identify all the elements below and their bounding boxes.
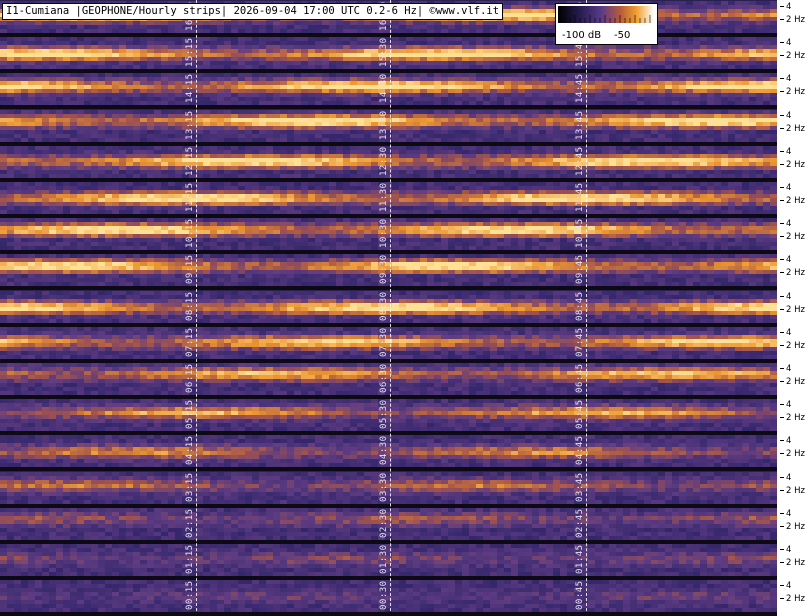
time-label: 00:15: [185, 580, 195, 610]
time-label: 11:15: [185, 182, 195, 212]
time-label: 12:45: [575, 146, 585, 176]
quarter-hour-marker: [196, 0, 197, 611]
time-label: 08:15: [185, 291, 195, 321]
freq-tick-2hz: 2 Hz: [780, 523, 805, 532]
time-label: 13:45: [575, 110, 585, 140]
freq-tick-4: 4: [780, 256, 791, 265]
freq-tick-2hz: 2 Hz: [780, 197, 805, 206]
time-label: 15:15: [185, 37, 195, 67]
freq-tick-4: 4: [780, 184, 791, 193]
time-label: 02:30: [379, 508, 389, 538]
time-label: 00:45: [575, 580, 585, 610]
freq-tick-4: 4: [780, 365, 791, 374]
freq-tick-4: 4: [780, 401, 791, 410]
freq-tick-4: 4: [780, 329, 791, 338]
time-label: 04:45: [575, 435, 585, 465]
time-label: 12:15: [185, 146, 195, 176]
time-label: 01:30: [379, 544, 389, 574]
time-label: 06:15: [185, 363, 195, 393]
freq-tick-2hz: 2 Hz: [780, 233, 805, 242]
time-label: 10:45: [575, 218, 585, 248]
freq-tick-4: 4: [780, 75, 791, 84]
freq-tick-2hz: 2 Hz: [780, 16, 805, 25]
time-label: 09:15: [185, 254, 195, 284]
colormap-ticks: [558, 6, 654, 23]
strip-separator: [0, 105, 777, 109]
time-label: 03:15: [185, 472, 195, 502]
time-label: 03:45: [575, 472, 585, 502]
quarter-hour-marker: [586, 0, 587, 611]
strip-separator: [0, 286, 777, 290]
time-label: 07:45: [575, 327, 585, 357]
time-label: 09:30: [379, 254, 389, 284]
freq-tick-4: 4: [780, 510, 791, 519]
freq-tick-4: 4: [780, 474, 791, 483]
freq-tick-2hz: 2 Hz: [780, 450, 805, 459]
time-label: 14:30: [379, 73, 389, 103]
spectrogram-area: 16:1516:3016:4515:1515:3015:4514:1514:30…: [0, 0, 777, 611]
time-label: 00:30: [379, 580, 389, 610]
time-label: 13:30: [379, 110, 389, 140]
freq-tick-2hz: 2 Hz: [780, 88, 805, 97]
freq-tick-4: 4: [780, 220, 791, 229]
time-label: 01:15: [185, 544, 195, 574]
time-label: 07:30: [379, 327, 389, 357]
freq-tick-4: 4: [780, 293, 791, 302]
freq-tick-4: 4: [780, 546, 791, 555]
freq-tick-4: 4: [780, 437, 791, 446]
freq-tick-4: 4: [780, 148, 791, 157]
freq-tick-2hz: 2 Hz: [780, 414, 805, 423]
time-label: 05:45: [575, 399, 585, 429]
freq-tick-4: 4: [780, 112, 791, 121]
time-label: 04:15: [185, 435, 195, 465]
strip-separator: [0, 467, 777, 471]
time-label: 09:45: [575, 254, 585, 284]
spectrogram-title: I1-Cumiana |GEOPHONE/Hourly strips| 2026…: [2, 3, 503, 20]
freq-tick-2hz: 2 Hz: [780, 342, 805, 351]
time-label: 10:30: [379, 218, 389, 248]
time-label: 08:30: [379, 291, 389, 321]
time-label: 14:45: [575, 73, 585, 103]
time-label: 10:15: [185, 218, 195, 248]
freq-tick-4: 4: [780, 582, 791, 591]
time-label: 04:30: [379, 435, 389, 465]
time-label: 03:30: [379, 472, 389, 502]
freq-tick-2hz: 2 Hz: [780, 125, 805, 134]
time-label: 05:15: [185, 399, 195, 429]
quarter-hour-marker: [390, 0, 391, 611]
freq-tick-2hz: 2 Hz: [780, 378, 805, 387]
freq-tick-2hz: 2 Hz: [780, 559, 805, 568]
time-label: 08:45: [575, 291, 585, 321]
time-label: 01:45: [575, 544, 585, 574]
time-label: 06:30: [379, 363, 389, 393]
time-label: 14:15: [185, 73, 195, 103]
freq-tick-4: 4: [780, 3, 791, 12]
freq-tick-4: 4: [780, 39, 791, 48]
time-label: 12:30: [379, 146, 389, 176]
time-label: 15:30: [379, 37, 389, 67]
time-label: 11:45: [575, 182, 585, 212]
time-label: 07:15: [185, 327, 195, 357]
legend-min-label: -100 dB: [562, 30, 601, 41]
freq-tick-2hz: 2 Hz: [780, 595, 805, 604]
time-label: 02:45: [575, 508, 585, 538]
time-label: 02:15: [185, 508, 195, 538]
time-label: 13:15: [185, 110, 195, 140]
strip-separator: [0, 612, 777, 616]
frequency-axis: 4 2 Hz 4 2 Hz 4 2 Hz 4 2 Hz 4 2 Hz 4 2 Hz 4 2 Hz 4 2 Hz…: [777, 0, 812, 611]
color-legend: -100 dB -50: [555, 3, 658, 45]
freq-tick-2hz: 2 Hz: [780, 487, 805, 496]
freq-tick-2hz: 2 Hz: [780, 161, 805, 170]
freq-tick-2hz: 2 Hz: [780, 306, 805, 315]
freq-tick-2hz: 2 Hz: [780, 52, 805, 61]
freq-tick-2hz: 2 Hz: [780, 269, 805, 278]
time-label: 11:30: [379, 182, 389, 212]
time-label: 06:45: [575, 363, 585, 393]
time-label: 05:30: [379, 399, 389, 429]
legend-max-label: -50: [614, 30, 630, 41]
